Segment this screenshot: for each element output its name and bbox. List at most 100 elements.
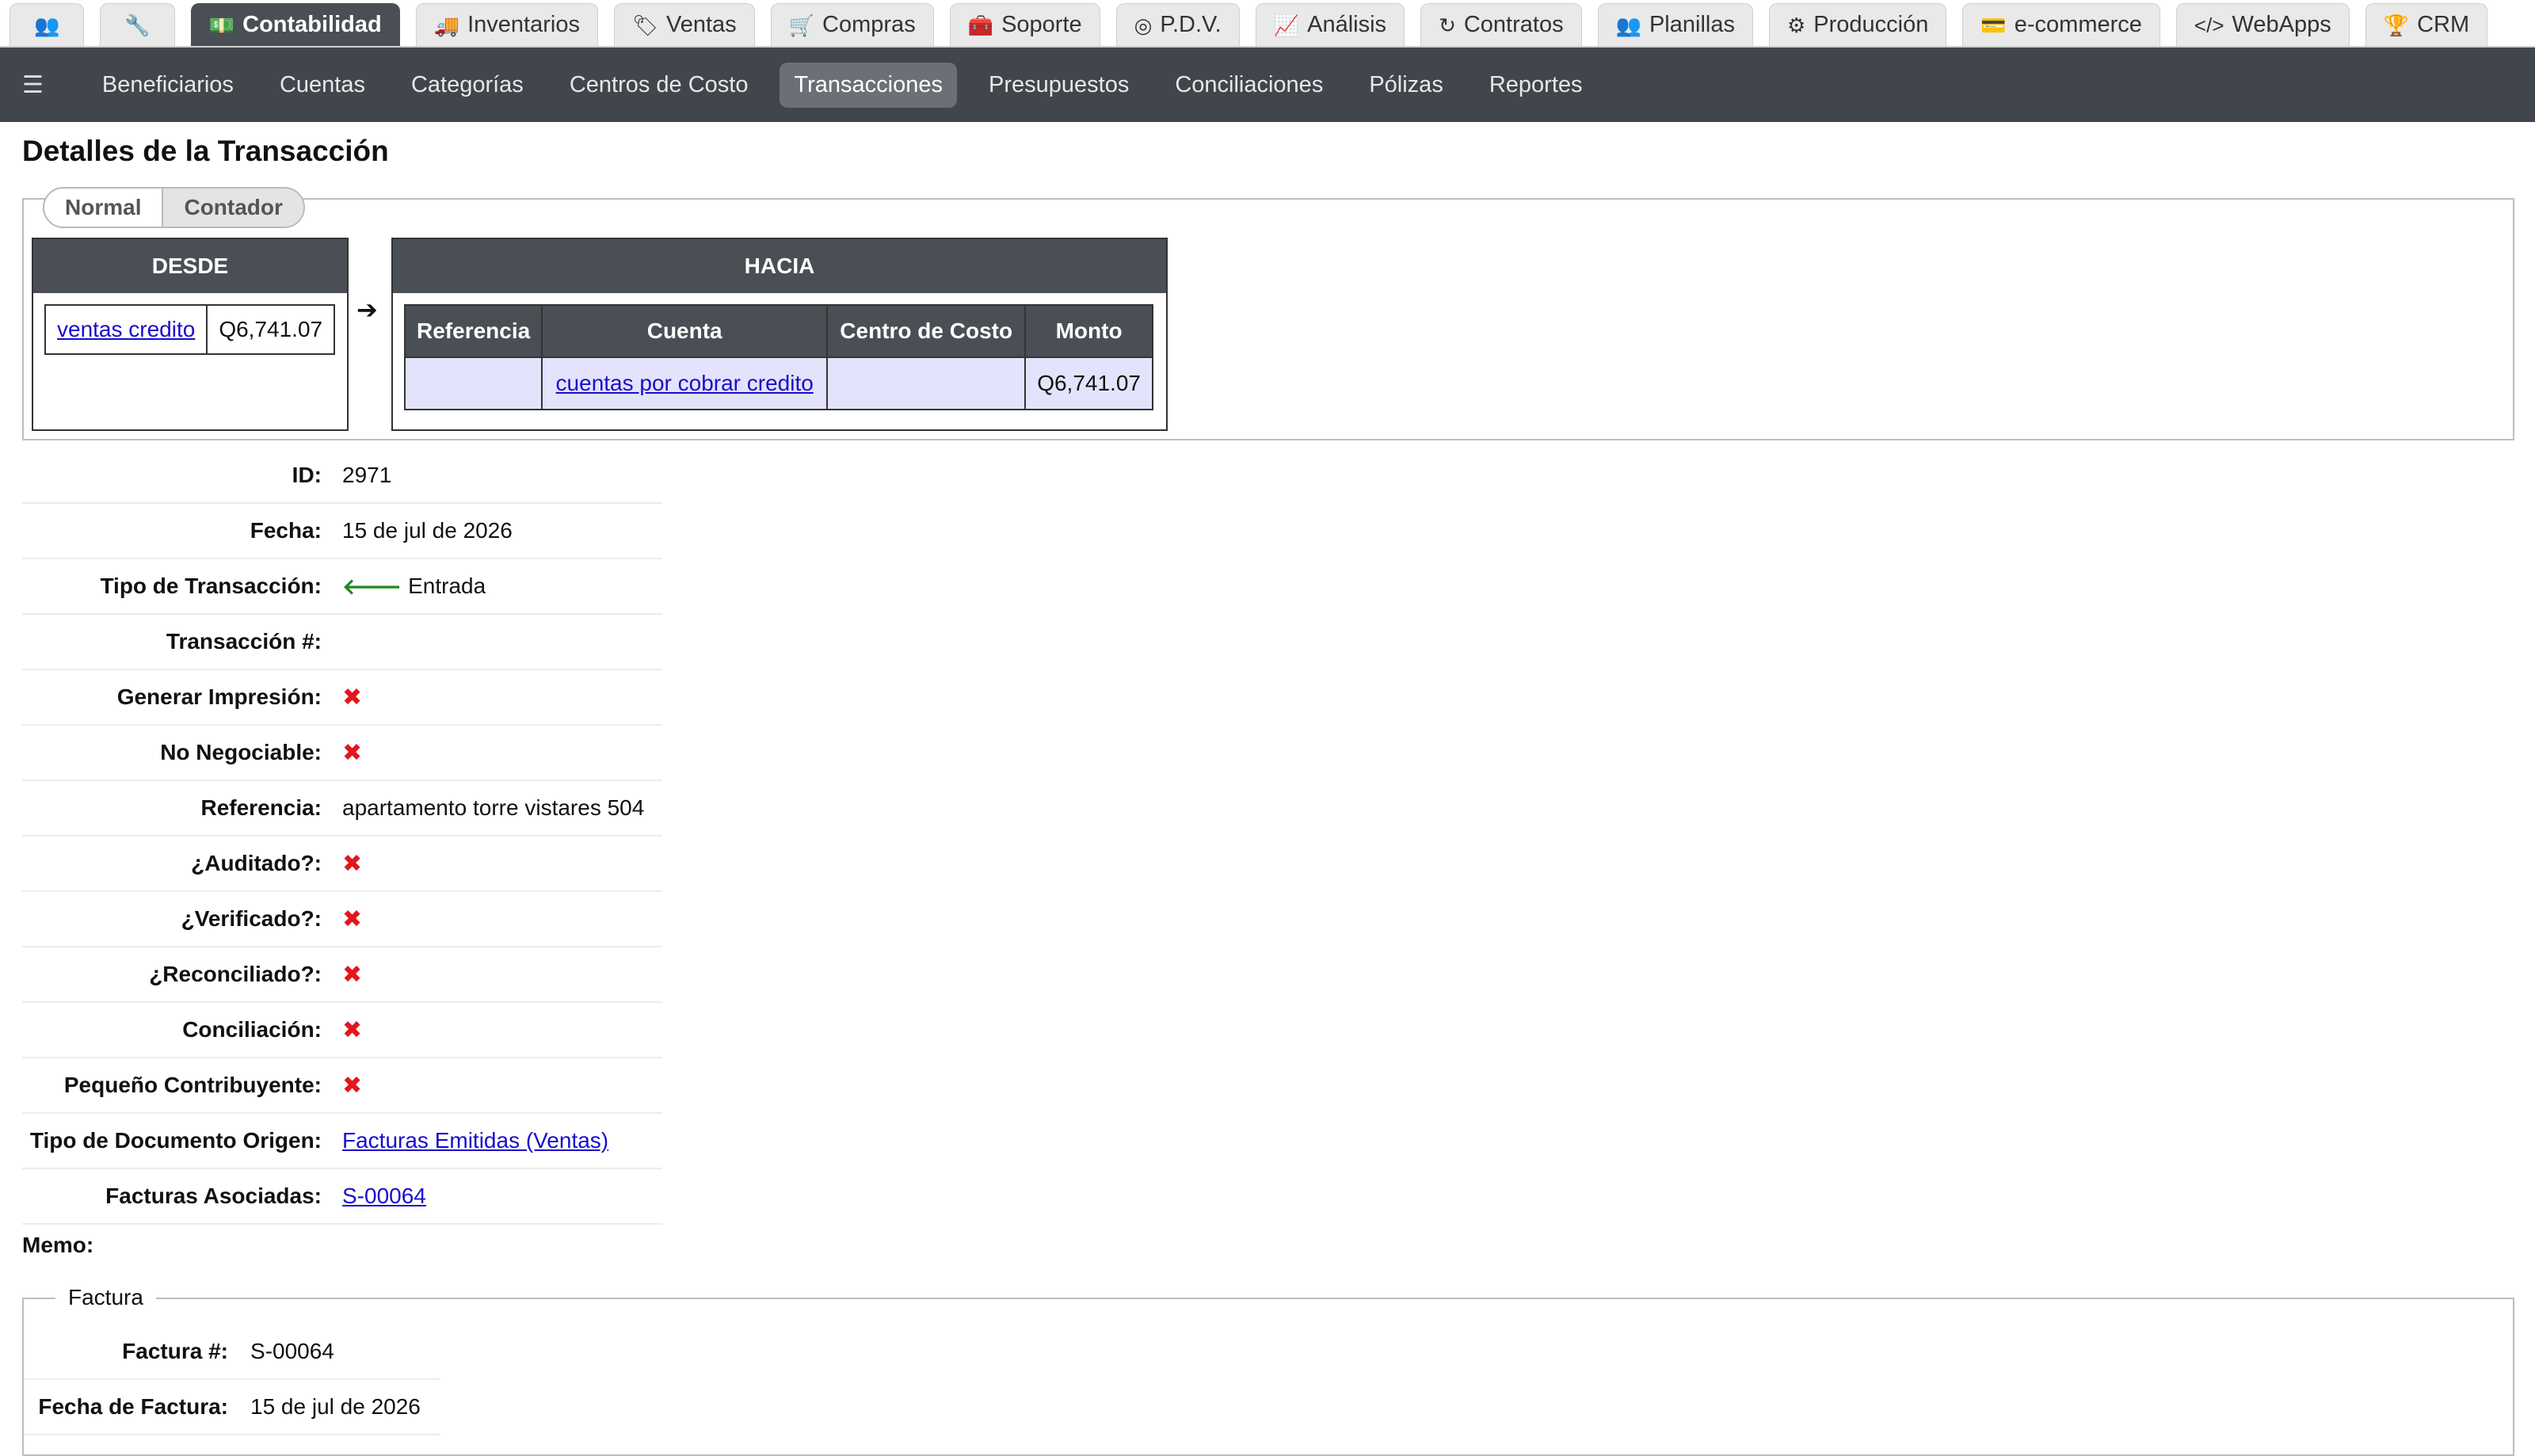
desde-table: ventas credito Q6,741.07 (44, 304, 336, 355)
detail-row-facturas-asociadas: Facturas Asociadas: S-00064 (22, 1169, 662, 1225)
x-mark-icon: ✖ (342, 850, 363, 877)
tag-icon: 🏷 (631, 13, 658, 37)
hacia-monto: Q6,741.07 (1024, 356, 1153, 410)
tab-label: Inventarios (467, 12, 580, 37)
tipo-documento-link[interactable]: Facturas Emitidas (Ventas) (342, 1128, 608, 1153)
hacia-centro (826, 356, 1027, 410)
detail-value: ✖ (331, 1072, 362, 1100)
detail-row-transaccion-num: Transacción #: (22, 615, 662, 670)
detail-row-referencia: Referencia: apartamento torre vistares 5… (22, 781, 662, 837)
tab-label: Contabilidad (242, 12, 382, 37)
table-row: cuentas por cobrar credito Q6,741.07 (403, 356, 1153, 410)
tab-contabilidad[interactable]: 💵 Contabilidad (190, 3, 400, 46)
detail-value: ✖ (331, 684, 362, 711)
code-icon: </> (2194, 13, 2224, 37)
detail-label: ¿Auditado?: (191, 851, 322, 875)
tab-inventarios[interactable]: 🚚 Inventarios (415, 3, 598, 46)
nav-reportes[interactable]: Reportes (1475, 63, 1597, 108)
col-monto: Monto (1024, 304, 1153, 358)
detail-row-no-negociable: No Negociable: ✖ (22, 726, 662, 781)
nav-conciliaciones[interactable]: Conciliaciones (1161, 63, 1337, 108)
detail-value: S-00064 (331, 1183, 426, 1209)
tab-users[interactable]: 👥 (10, 3, 85, 46)
hacia-box: HACIA Referencia Cuenta Centro de Costo … (391, 238, 1168, 431)
tab-label: Análisis (1307, 12, 1387, 37)
tab-label: Soporte (1001, 12, 1082, 37)
tab-tools[interactable]: 🔧 (100, 3, 175, 46)
journal-panel: DESDE ventas credito Q6,741.07 ➔ HACIA R… (22, 198, 2514, 440)
detail-row-id: ID: 2971 (22, 448, 662, 504)
hacia-table: Referencia Cuenta Centro de Costo Monto … (403, 304, 1153, 410)
factura-legend: Factura (55, 1285, 156, 1310)
detail-value: Facturas Emitidas (Ventas) (331, 1128, 608, 1153)
factura-value: S-00064 (250, 1339, 334, 1363)
detail-label: No Negociable: (160, 740, 322, 764)
tab-label: Planillas (1649, 12, 1735, 37)
desde-account-link[interactable]: ventas credito (57, 317, 195, 341)
factura-row-fecha: Fecha de Factura: 15 de jul de 2026 (24, 1380, 440, 1435)
cart-icon: 🛒 (788, 13, 815, 37)
view-contador-button[interactable]: Contador (162, 189, 303, 227)
tab-ecommerce[interactable]: 💳 e-commerce (1962, 3, 2160, 46)
detail-label: Transacción #: (166, 629, 322, 654)
detail-label: ¿Verificado?: (181, 906, 322, 931)
nav-presupuestos[interactable]: Presupuestos (974, 63, 1143, 108)
detail-label: Tipo de Transacción: (100, 574, 322, 598)
detail-value: apartamento torre vistares 504 (342, 795, 645, 820)
tab-crm[interactable]: 🏆 CRM (2365, 3, 2488, 46)
detail-label: Fecha: (250, 518, 322, 543)
detail-row-fecha: Fecha: 15 de jul de 2026 (22, 504, 662, 559)
refresh-icon: ↻ (1439, 13, 1456, 37)
tab-ventas[interactable]: 🏷 Ventas (613, 3, 755, 46)
detail-row-pequeno-contribuyente: Pequeño Contribuyente: ✖ (22, 1058, 662, 1114)
nav-categorias[interactable]: Categorías (397, 63, 538, 108)
col-cuenta: Cuenta (541, 304, 829, 358)
hacia-account-link[interactable]: cuentas por cobrar credito (556, 371, 814, 395)
nav-beneficiarios[interactable]: Beneficiarios (88, 63, 248, 108)
tab-webapps[interactable]: </> WebApps (2175, 3, 2350, 46)
col-centro-de-costo: Centro de Costo (826, 304, 1027, 358)
table-header-row: Referencia Cuenta Centro de Costo Monto (403, 304, 1153, 358)
nav-polizas[interactable]: Pólizas (1355, 63, 1458, 108)
desde-account-cell: ventas credito (44, 304, 208, 355)
tab-soporte[interactable]: 🧰 Soporte (949, 3, 1100, 46)
nav-transacciones[interactable]: Transacciones (780, 62, 957, 108)
tab-planillas[interactable]: 👥 Planillas (1597, 3, 1753, 46)
card-icon: 💳 (1980, 13, 2007, 37)
users-icon: 👥 (34, 13, 60, 37)
memo-label: Memo: (22, 1233, 94, 1257)
detail-label: ¿Reconciliado?: (149, 962, 322, 986)
tab-contratos[interactable]: ↻ Contratos (1420, 3, 1582, 46)
tab-compras[interactable]: 🛒 Compras (770, 3, 934, 46)
detail-value: 🡐 Entrada (331, 573, 486, 600)
factura-asociada-link[interactable]: S-00064 (342, 1183, 426, 1209)
nav-cuentas[interactable]: Cuentas (265, 63, 379, 108)
tab-pdv[interactable]: ◎ P.D.V. (1115, 3, 1240, 46)
x-mark-icon: ✖ (342, 1072, 363, 1099)
secondary-nav: ☰ Beneficiarios Cuentas Categorías Centr… (0, 48, 2535, 122)
tab-label: e-commerce (2014, 12, 2142, 37)
tab-produccion[interactable]: ⚙ Producción (1768, 3, 1947, 46)
tab-label: WebApps (2232, 12, 2331, 37)
nav-centros-de-costo[interactable]: Centros de Costo (555, 63, 763, 108)
factura-value: 15 de jul de 2026 (250, 1394, 421, 1419)
detail-label: Referencia: (200, 795, 322, 820)
x-mark-icon: ✖ (342, 905, 363, 932)
detail-value: ✖ (331, 850, 362, 878)
factura-rows: Factura #: S-00064 Fecha de Factura: 15 … (24, 1299, 2513, 1435)
tab-label: Ventas (665, 12, 737, 37)
tab-label: Producción (1813, 12, 1929, 37)
detail-value: ✖ (331, 739, 362, 767)
tab-label: Contratos (1463, 12, 1564, 37)
detail-label: Pequeño Contribuyente: (63, 1073, 322, 1097)
detail-label: Generar Impresión: (116, 684, 322, 709)
truck-icon: 🚚 (433, 13, 460, 37)
tab-analisis[interactable]: 📈 Análisis (1255, 3, 1405, 46)
sliders-icon[interactable]: ☰ (22, 71, 44, 99)
details-list: ID: 2971 Fecha: 15 de jul de 2026 Tipo d… (22, 448, 662, 1225)
view-normal-button[interactable]: Normal (44, 189, 162, 227)
gears-icon: ⚙ (1786, 13, 1806, 37)
pos-icon: ◎ (1134, 13, 1153, 37)
detail-value: ✖ (331, 1016, 362, 1044)
detail-value: ✖ (331, 961, 362, 989)
